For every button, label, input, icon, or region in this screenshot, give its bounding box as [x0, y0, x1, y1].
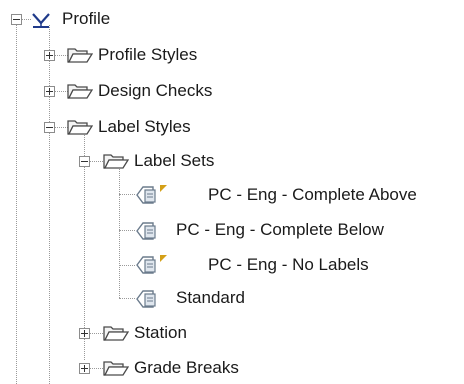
label-set-icon: [136, 185, 167, 204]
folder-icon: [103, 361, 129, 376]
folder-icon: [67, 48, 93, 63]
label-set-icon: [136, 290, 156, 308]
folder-icon: [67, 84, 93, 99]
tree-item-profile-styles[interactable]: Profile Styles: [98, 45, 197, 65]
collapse-toggle[interactable]: [44, 122, 55, 133]
collapse-toggle[interactable]: [79, 156, 90, 167]
tree-line: [89, 161, 103, 162]
tree-item-label-styles[interactable]: Label Styles: [98, 117, 191, 137]
tree-item-design-checks[interactable]: Design Checks: [98, 81, 212, 101]
expand-toggle[interactable]: [79, 328, 90, 339]
tree-line: [21, 19, 31, 20]
tree-line: [119, 194, 135, 195]
tree-line: [54, 55, 68, 56]
collapse-toggle[interactable]: [11, 14, 22, 25]
tree-item-station[interactable]: Station: [134, 323, 187, 343]
style-tree: Profile Profile Styles Design Checks Lab…: [0, 0, 464, 384]
tree-line: [16, 25, 17, 384]
tree-line: [119, 230, 135, 231]
expand-toggle[interactable]: [44, 50, 55, 61]
tree-line: [89, 368, 103, 369]
tree-item-label-set[interactable]: PC - Eng - Complete Below: [176, 220, 384, 240]
tree-line: [119, 265, 135, 266]
tree-item-label-sets[interactable]: Label Sets: [134, 151, 214, 171]
folder-icon: [103, 154, 129, 169]
tree-line: [89, 333, 103, 334]
tree-item-label-set[interactable]: PC - Eng - No Labels: [208, 255, 369, 275]
label-set-icon: [136, 222, 156, 240]
tree-item-grade-breaks[interactable]: Grade Breaks: [134, 358, 239, 378]
tree-line: [119, 166, 120, 298]
tree-item-profile[interactable]: Profile: [62, 9, 110, 29]
tree-line: [54, 127, 68, 128]
folder-icon: [67, 120, 93, 135]
tree-item-label-set[interactable]: Standard: [176, 288, 245, 308]
expand-toggle[interactable]: [79, 363, 90, 374]
label-set-icon: [136, 255, 167, 274]
profile-icon: [32, 13, 50, 28]
tree-line: [49, 25, 50, 384]
tree-item-label-set[interactable]: PC - Eng - Complete Above: [208, 185, 417, 205]
tree-line: [54, 91, 68, 92]
expand-toggle[interactable]: [44, 86, 55, 97]
folder-icon: [103, 326, 129, 341]
tree-line: [119, 298, 135, 299]
